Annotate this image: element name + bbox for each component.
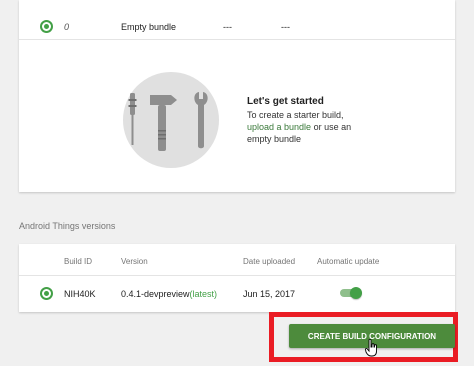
table-row[interactable]: NIH40K 0.4.1-devpreview(latest) Jun 15, … <box>19 276 455 312</box>
column-header-version: Version <box>121 257 148 266</box>
bundle-row[interactable]: 0 Empty bundle --- --- <box>19 0 455 40</box>
version-cell: 0.4.1-devpreview(latest) <box>121 289 217 299</box>
get-started-line1: To create a starter build, <box>247 110 344 120</box>
build-radio-button[interactable] <box>40 287 53 300</box>
latest-tag: (latest) <box>189 289 218 299</box>
get-started-after-link: or use an <box>311 122 352 132</box>
bundle-number: 0 <box>64 22 70 32</box>
bundle-name: Empty bundle <box>121 22 177 32</box>
get-started-line3: empty bundle <box>247 134 302 144</box>
bundle-col3-value: --- <box>223 22 232 32</box>
get-started-line2: upload a bundle or use an <box>247 121 397 133</box>
build-id: NIH40K <box>64 289 96 299</box>
toggle-thumb <box>350 287 362 299</box>
hand-cursor-icon <box>365 339 377 357</box>
date-uploaded: Jun 15, 2017 <box>243 289 296 299</box>
versions-table: Build ID Version Date uploaded Automatic… <box>19 244 455 312</box>
table-header: Build ID Version Date uploaded Automatic… <box>19 244 455 276</box>
column-header-automatic-update: Automatic update <box>317 257 380 266</box>
bundle-col4-value: --- <box>281 22 290 32</box>
bundle-radio-button[interactable] <box>40 20 53 33</box>
android-things-versions-title: Android Things versions <box>19 221 116 231</box>
bundle-card: 0 Empty bundle --- --- Let's get started… <box>19 0 455 192</box>
automatic-update-toggle[interactable] <box>339 287 363 299</box>
tools-illustration <box>123 72 219 168</box>
get-started-text: Let's get started To create a starter bu… <box>247 96 397 145</box>
column-header-date-uploaded: Date uploaded <box>243 257 296 266</box>
version-number: 0.4.1-devpreview <box>121 289 190 299</box>
get-started-title: Let's get started <box>247 96 324 107</box>
empty-state: Let's get started To create a starter bu… <box>19 40 455 192</box>
column-header-build-id: Build ID <box>64 257 93 266</box>
upload-bundle-link[interactable]: upload a bundle <box>247 122 311 132</box>
